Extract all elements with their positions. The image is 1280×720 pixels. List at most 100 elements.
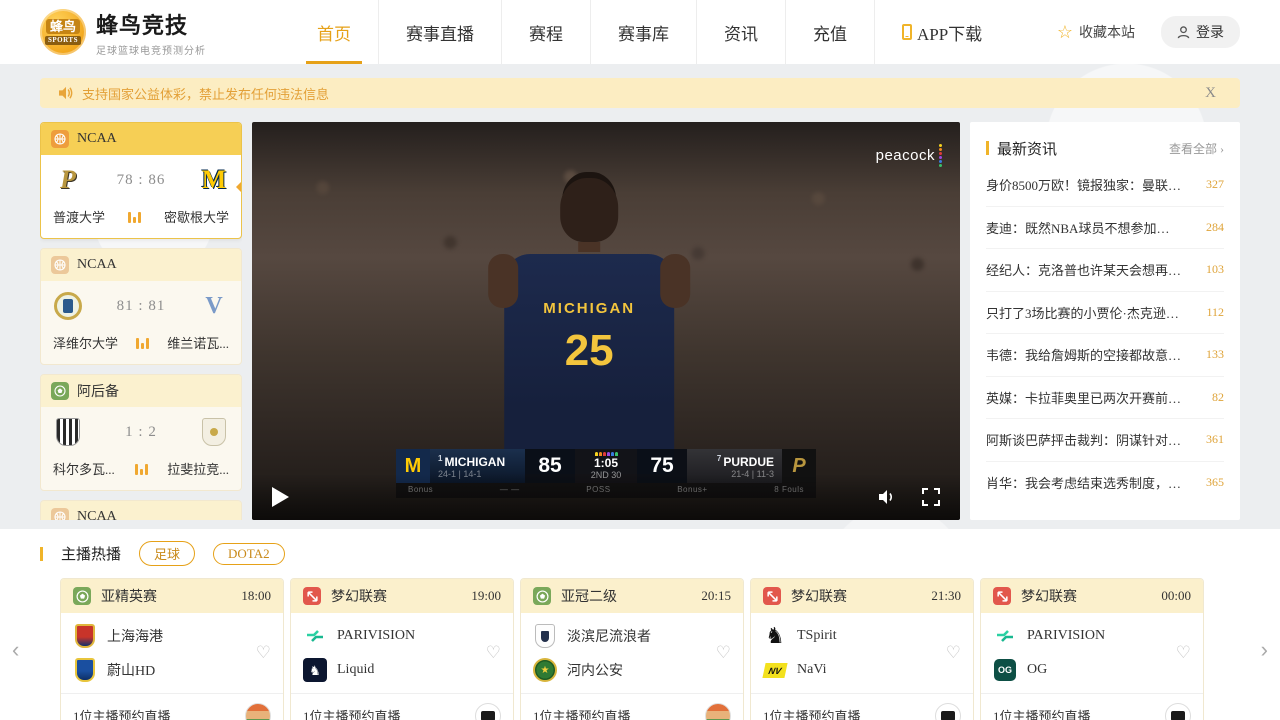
streamer-avatar[interactable] [935,702,961,720]
league-name: 阿后备 [77,385,119,400]
team2-name: 河内公安 [567,664,623,679]
home-team-name: 泽维尔大学 [53,336,119,351]
stream-card-tspirit-navi[interactable]: 梦幻联赛 21:30 ♞ TSpirit NV NaVi ♡ 1位主播预约直播 [750,578,974,720]
match-score: 81 : 81 [116,297,166,314]
favorite-heart-icon[interactable]: ♡ [716,643,731,663]
news-item-count: 327 [1206,177,1224,192]
news-item[interactable]: 只打了3场比赛的小贾伦·杰克逊已是... 112 [986,292,1224,334]
news-panel: 最新资讯 查看全部 › 身价8500万欧！镜报独家：曼联考虑... 327 麦迪：… [970,122,1240,520]
away-team-name: 拉斐拉竞... [167,462,229,477]
xavier-logo [53,291,83,321]
site-title: 蜂鸟竞技 [96,12,189,38]
news-item-count: 112 [1206,304,1224,319]
volume-icon[interactable] [878,489,896,505]
live-indicator-icon [136,337,150,349]
news-item-count: 133 [1206,347,1224,362]
favorite-heart-icon[interactable]: ♡ [256,643,271,663]
news-item-count: 284 [1206,219,1224,234]
match-time: 19:00 [471,588,501,603]
nav-live[interactable]: 赛事直播 [379,0,502,64]
site-logo[interactable]: 蜂鸟 SPORTS 蜂鸟竞技 足球篮球电竞预测分析 [40,8,290,57]
nav-recharge[interactable]: 充值 [786,0,875,64]
peacock-feather-icon [939,144,942,167]
fullscreen-icon[interactable] [922,488,940,506]
sidebar-match-ncaa-purdue-michigan[interactable]: NCAA P 78 : 86 M 普渡大学 密歇根大学 [40,122,242,239]
league-name: NCAA [77,509,117,520]
stream-card-parivision-og[interactable]: 梦幻联赛 00:00 PARIVISION OG OG ♡ 1位主播预约直播 [980,578,1204,720]
team-spirit-logo: ♞ [765,623,785,648]
dota2-icon [993,587,1011,605]
tab-soccer[interactable]: 足球 [139,541,196,566]
nav-schedule[interactable]: 赛程 [502,0,591,64]
streamer-count-label: 1位主播预约直播 [303,709,401,720]
login-button[interactable]: 登录 [1161,16,1240,48]
hanoi-logo: ★ [533,658,557,682]
streamer-avatar[interactable] [245,702,271,720]
sidebar-match-ncaa-4[interactable]: NCAA [40,500,242,520]
nav-app-download[interactable]: APP下载 [875,0,1009,64]
logo-badge-icon: 蜂鸟 SPORTS [40,9,86,55]
rafaela-logo [199,417,229,447]
stream-card-parivision-liquid[interactable]: 梦幻联赛 19:00 PARIVISION ♞ Liquid ♡ 1位主播预约直播 [290,578,514,720]
sidebar-match-argentina-reserve[interactable]: 阿后备 1 : 2 科尔多瓦... 拉斐拉竞... [40,374,242,491]
video-player[interactable]: MICHIGAN 25 peacock M 1MICHIGAN 24-1 | 1… [252,122,960,520]
streamer-count-label: 1位主播预约直播 [73,709,171,720]
parivision-logo [993,624,1017,648]
team2-name: Liquid [337,662,375,677]
news-item[interactable]: 韦德：我给詹姆斯的空接都故意传歪 ... 133 [986,334,1224,377]
team1-name: PARIVISION [337,628,416,643]
stream-card-tampines-hanoi[interactable]: 亚冠二级 20:15 淡滨尼流浪者 ★ 河内公安 ♡ 1位主播预约直播 [520,578,744,720]
nav-home[interactable]: 首页 [290,0,379,64]
home-rank: 1 [438,454,443,463]
view-all-link[interactable]: 查看全部 › [1169,140,1224,157]
liquid-logo: ♞ [303,658,327,682]
jersey-number: 25 [564,325,614,375]
news-item[interactable]: 英媒：卡拉菲奥里已两次开赛前受伤... 82 [986,377,1224,419]
parivision-logo [303,624,327,648]
match-sidebar: NCAA P 78 : 86 M 普渡大学 密歇根大学 NCAA 81: 81… [40,122,242,520]
accent-bar [40,546,43,561]
favorite-heart-icon[interactable]: ♡ [486,643,501,663]
stream-card-shanghai-ulsan[interactable]: 亚精英赛 18:00 上海海港 蔚山HD ♡ 1位主播预约直播 [60,578,284,720]
team1-name: 淡滨尼流浪者 [567,630,651,645]
navi-logo: NV [762,658,788,682]
news-item-title: 经纪人：克洛普也许某天会想再执教 ... [986,263,1182,279]
site-subtitle: 足球篮球电竞预测分析 [96,45,206,57]
news-item[interactable]: 阿斯谈巴萨抨击裁判：阴谋针对都是... 361 [986,419,1224,462]
favorite-heart-icon[interactable]: ♡ [946,643,961,663]
favorite-site-button[interactable]: ☆ 收藏本站 [1057,22,1135,42]
streamer-avatar[interactable] [1165,702,1191,720]
news-item[interactable]: 肖华：我会考虑结束选秀制度，以阻... 365 [986,462,1224,505]
league-name: 梦幻联赛 [1021,590,1077,605]
news-item[interactable]: 经纪人：克洛普也许某天会想再执教 ... 103 [986,249,1224,292]
nav-database[interactable]: 赛事库 [591,0,697,64]
match-time: 00:00 [1161,588,1191,603]
news-item[interactable]: 身价8500万欧！镜报独家：曼联考虑... 327 [986,164,1224,207]
tampines-logo [533,624,557,648]
dota2-icon [303,587,321,605]
news-item-title: 韦德：我给詹姆斯的空接都故意传歪 ... [986,348,1182,364]
streamer-count-label: 1位主播预约直播 [993,709,1091,720]
streamer-avatar[interactable] [475,702,501,720]
team1-name: 上海海港 [107,630,163,645]
stream-cards-row: 亚精英赛 18:00 上海海港 蔚山HD ♡ 1位主播预约直播 梦幻联赛 19:… [40,578,1240,720]
team1-name: TSpirit [797,628,837,643]
away-name: PURDUE [723,455,774,469]
away-rank: 7 [716,454,722,463]
peacock-watermark: peacock [876,144,942,167]
announcement-close-button[interactable]: X [1199,85,1222,102]
carousel-next-button[interactable]: › [1261,637,1268,663]
nav-news[interactable]: 资讯 [697,0,786,64]
sidebar-match-ncaa-xavier-villanova[interactable]: NCAA 81 : 81 V 泽维尔大学 维兰诺瓦... [40,248,242,365]
news-item[interactable]: 麦迪：既然NBA球员不想参加扣篮大... 284 [986,207,1224,249]
tab-dota2[interactable]: DOTA2 [213,542,285,565]
team2-name: NaVi [797,662,827,677]
shanghai-port-logo [73,624,97,648]
carousel-prev-button[interactable]: ‹ [12,637,19,663]
favorite-heart-icon[interactable]: ♡ [1176,643,1191,663]
play-button[interactable] [272,487,289,507]
app-download-label: APP下载 [917,24,983,44]
streamer-avatar[interactable] [705,702,731,720]
speaker-icon [59,86,73,100]
match-score: 78 : 86 [116,171,166,188]
